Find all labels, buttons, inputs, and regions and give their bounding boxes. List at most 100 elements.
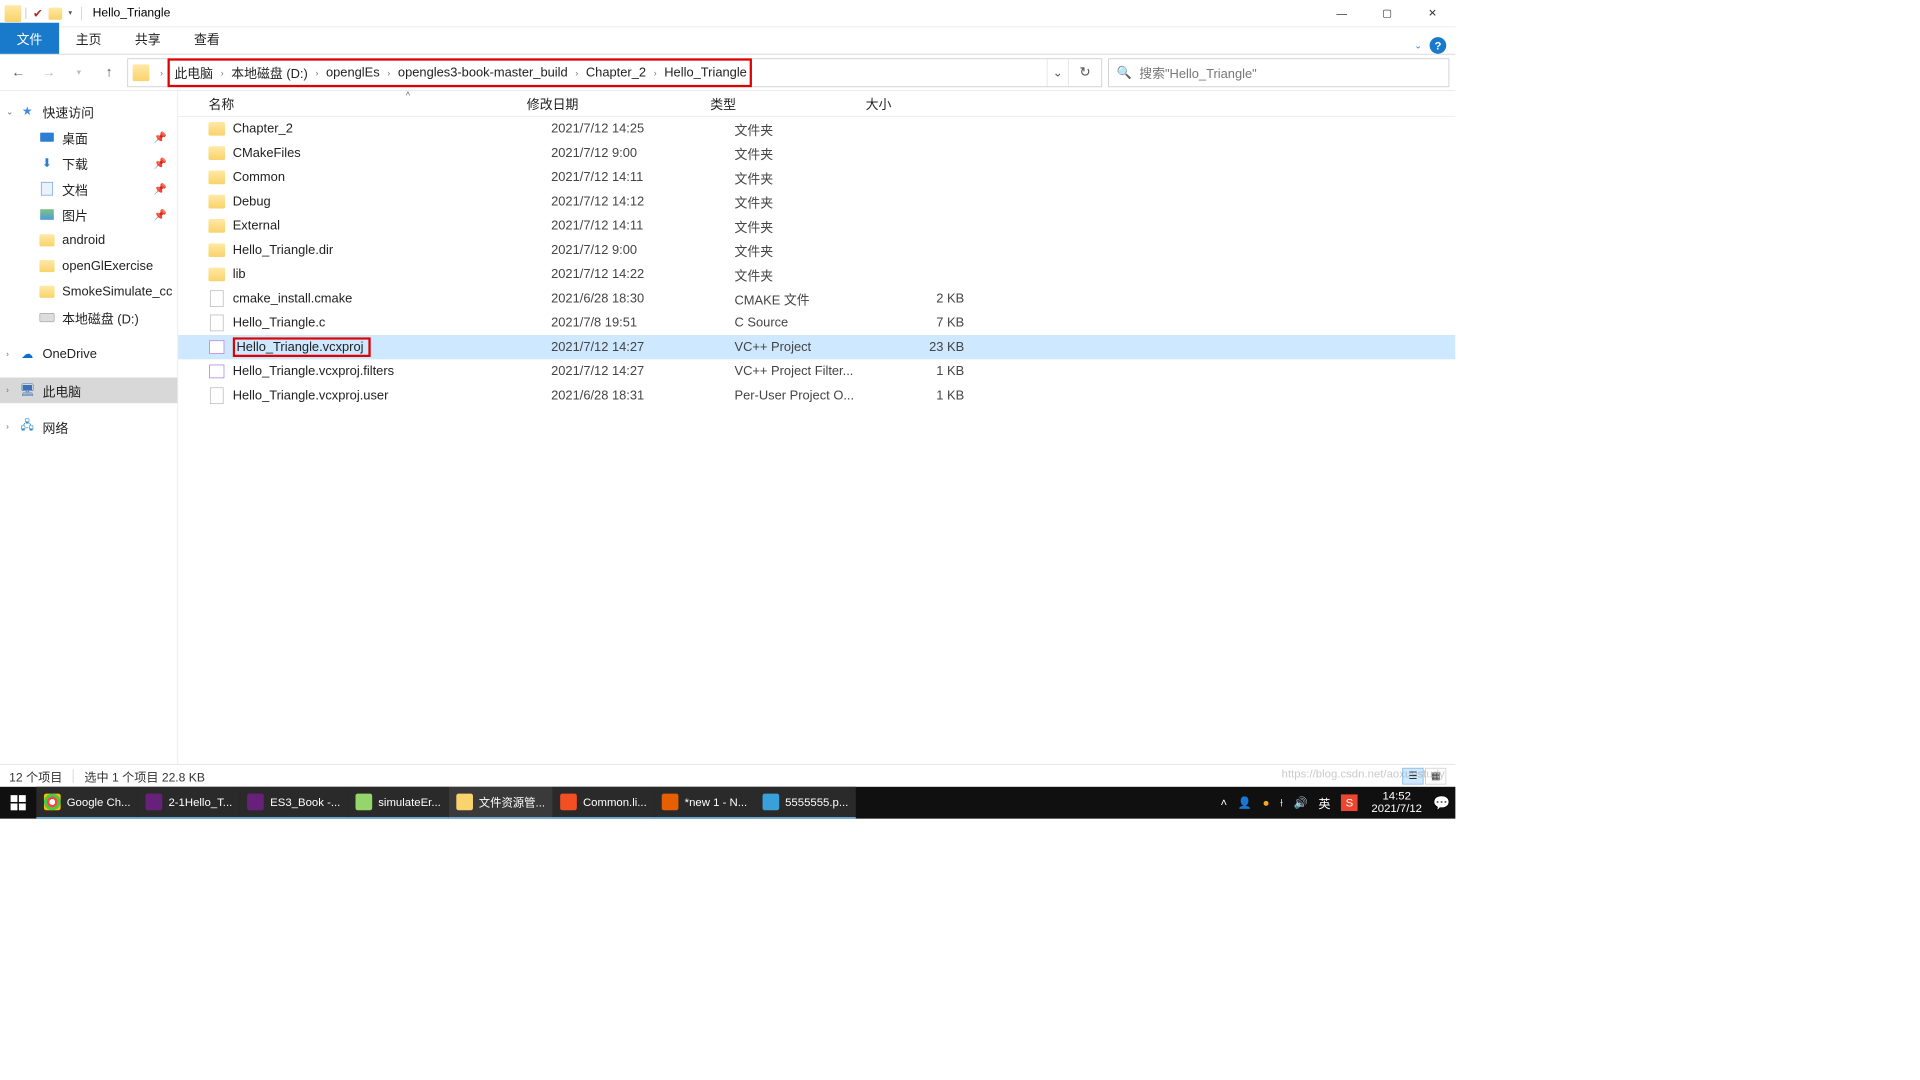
sidebar-item-drive-d[interactable]: 本地磁盘 (D:) [0,305,177,331]
file-icon [208,266,225,283]
table-row[interactable]: CMakeFiles2021/7/12 9:00文件夹 [178,141,1455,165]
view-details-button[interactable]: ☰ [1402,767,1423,784]
sidebar-item-android[interactable]: android [0,227,177,253]
tray-chevron-icon[interactable]: ˄ [1221,796,1228,809]
file-icon [208,218,225,235]
table-row[interactable]: Hello_Triangle.dir2021/7/12 9:00文件夹 [178,238,1455,262]
help-icon[interactable]: ? [1430,37,1447,54]
caret-icon[interactable]: ⌄ [6,106,13,116]
vs-icon [146,794,163,811]
sidebar-item-label: android [62,233,105,248]
checkmark-icon[interactable]: ✔ [30,6,45,21]
table-row[interactable]: cmake_install.cmake2021/6/28 18:30CMAKE … [178,287,1455,311]
cell-date: 2021/6/28 18:31 [551,388,734,403]
column-header-type[interactable]: 类型 [710,94,865,113]
table-row[interactable]: lib2021/7/12 14:22文件夹 [178,262,1455,286]
table-row[interactable]: External2021/7/12 14:11文件夹 [178,214,1455,238]
ribbon-collapse-icon[interactable]: ⌄ [1414,40,1422,51]
tab-share[interactable]: 共享 [118,23,177,54]
taskbar-item[interactable]: simulateEr... [348,787,448,819]
search-input[interactable]: 🔍 搜索"Hello_Triangle" [1108,58,1449,87]
taskbar-item[interactable]: 2-1Hello_T... [138,787,240,819]
table-row[interactable]: Hello_Triangle.vcxproj.user2021/6/28 18:… [178,384,1455,408]
breadcrumb[interactable]: Chapter_2 [583,65,649,80]
tab-file[interactable]: 文件 [0,23,59,54]
chevron-right-icon[interactable]: › [383,67,395,78]
taskbar-item[interactable]: 5555555.p... [755,787,856,819]
taskbar-item-label: Common.li... [583,796,647,809]
notifications-button[interactable]: 💬 [1428,795,1455,811]
cell-name: Hello_Triangle.dir [233,243,551,258]
sogou-icon[interactable]: S [1341,794,1358,811]
breadcrumb[interactable]: 此电脑 [171,63,216,82]
chrome-icon [44,794,61,811]
minimize-button[interactable]: — [1319,0,1364,27]
address-dropdown-icon[interactable]: ⌄ [1047,59,1068,86]
sidebar-item-network[interactable]: › 🖧 网络 [0,414,177,440]
sidebar-item-onedrive[interactable]: › ☁ OneDrive [0,341,177,367]
table-row[interactable]: Debug2021/7/12 14:12文件夹 [178,190,1455,214]
refresh-button[interactable]: ↻ [1068,59,1101,86]
up-button[interactable]: ↑ [97,60,121,84]
taskbar-item[interactable]: 文件资源管... [448,787,552,819]
system-tray[interactable]: ˄ 👤 ● ⟊ 🔊 英 S [1213,794,1365,812]
tray-wifi-icon[interactable]: ⟊ [1280,796,1283,809]
tray-battery-icon[interactable]: ● [1263,796,1270,809]
tray-ime[interactable]: 英 [1318,794,1330,812]
table-row[interactable]: Hello_Triangle.vcxproj2021/7/12 14:27VC+… [178,335,1455,359]
table-row[interactable]: Chapter_22021/7/12 14:25文件夹 [178,117,1455,141]
pictures-icon [40,209,54,220]
chevron-right-icon[interactable]: › [571,67,583,78]
sidebar-item-openglexercise[interactable]: openGlExercise [0,253,177,279]
tray-volume-icon[interactable]: 🔊 [1294,796,1308,810]
recent-dropdown-icon[interactable]: ▾ [67,60,91,84]
chevron-right-icon[interactable]: › [311,67,323,78]
view-icons-button[interactable]: ▦ [1425,767,1446,784]
forward-button[interactable]: → [36,60,60,84]
caret-icon[interactable]: › [6,349,9,358]
sidebar-item-smokesimulate[interactable]: SmokeSimulate_cc [0,279,177,305]
chevron-right-icon[interactable]: › [155,67,167,78]
taskbar-item[interactable]: Google Ch... [36,787,138,819]
tray-people-icon[interactable]: 👤 [1238,796,1252,810]
taskbar-item[interactable]: Common.li... [553,787,655,819]
file-list[interactable]: Chapter_22021/7/12 14:25文件夹CMakeFiles202… [178,117,1455,764]
caret-icon[interactable]: › [6,422,9,431]
maximize-button[interactable]: ▢ [1364,0,1409,27]
cell-date: 2021/7/12 14:27 [551,340,734,355]
table-row[interactable]: Common2021/7/12 14:11文件夹 [178,165,1455,189]
chevron-right-icon[interactable]: › [649,67,661,78]
taskbar-item[interactable]: *new 1 - N... [654,787,754,819]
sidebar-item-quickaccess[interactable]: ⌄ ★ 快速访问 [0,99,177,125]
download-icon: ⬇ [39,155,54,170]
column-header-name[interactable]: 名称 [208,94,526,113]
breadcrumb[interactable]: openglEs [323,65,383,80]
sidebar-item-downloads[interactable]: ⬇ 下载 📌 [0,150,177,176]
close-button[interactable]: ✕ [1410,0,1455,27]
folder-icon[interactable] [49,7,63,19]
start-button[interactable] [0,787,36,819]
caret-icon[interactable]: › [6,386,9,395]
breadcrumb[interactable]: opengles3-book-master_build [395,65,571,80]
column-header-date[interactable]: 修改日期 [527,94,710,113]
breadcrumb[interactable]: Hello_Triangle [661,65,750,80]
table-row[interactable]: Hello_Triangle.c2021/7/8 19:51C Source7 … [178,311,1455,335]
sidebar-item-thispc[interactable]: › 🖥 此电脑 [0,377,177,403]
address-bar[interactable]: › 此电脑 › 本地磁盘 (D:) › openglEs › opengles3… [127,58,1102,87]
tab-home[interactable]: 主页 [59,23,118,54]
table-row[interactable]: Hello_Triangle.vcxproj.filters2021/7/12 … [178,359,1455,383]
sidebar-item-desktop[interactable]: 桌面 📌 [0,124,177,150]
back-button[interactable]: ← [6,60,30,84]
taskbar: Google Ch...2-1Hello_T...ES3_Book -...si… [0,787,1455,819]
qat-dropdown-icon[interactable]: ▾ [65,9,75,17]
sidebar-item-pictures[interactable]: 图片 📌 [0,202,177,228]
file-icon [208,193,225,210]
column-header-size[interactable]: 大小 [866,94,949,113]
taskbar-item[interactable]: ES3_Book -... [240,787,348,819]
taskbar-clock[interactable]: 14:52 2021/7/12 [1365,790,1428,815]
sidebar-item-documents[interactable]: 文档 📌 [0,176,177,202]
breadcrumb[interactable]: 本地磁盘 (D:) [228,63,311,82]
file-icon [208,121,225,138]
tab-view[interactable]: 查看 [177,23,236,54]
chevron-right-icon[interactable]: › [216,67,228,78]
